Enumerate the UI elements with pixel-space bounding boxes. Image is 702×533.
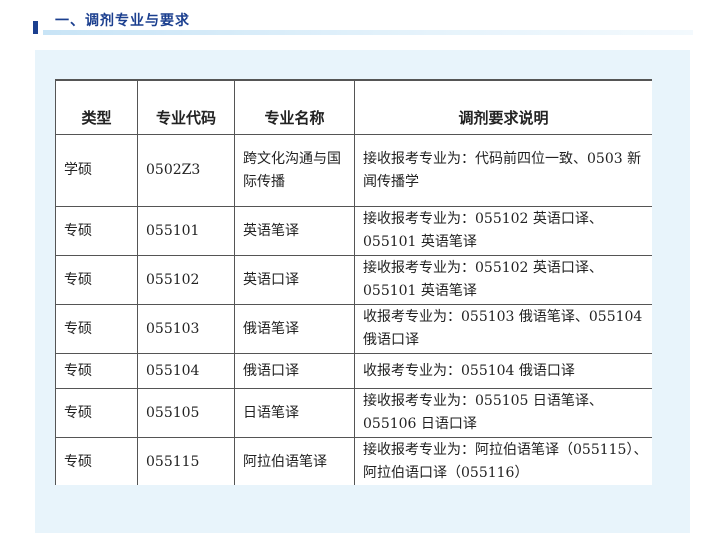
cell-type: 专硕 xyxy=(55,388,138,438)
cell-code: 055104 xyxy=(137,353,235,389)
section-title: 一、调剂专业与要求 xyxy=(55,13,190,29)
cell-note: 接收报考专业为：055102 英语口译、055101 英语笔译 xyxy=(354,206,652,256)
cell-note: 接收报考专业为：055105 日语笔译、055106 日语口译 xyxy=(354,388,652,438)
cell-code: 055103 xyxy=(137,304,235,354)
section-underline xyxy=(43,30,693,35)
cell-type: 学硕 xyxy=(55,134,138,207)
table-row: 专硕 055102 英语口译 接收报考专业为：055102 英语口译、05510… xyxy=(55,255,652,305)
cell-name: 俄语口译 xyxy=(234,353,355,389)
cell-name: 跨文化沟通与国际传播 xyxy=(234,134,355,207)
table-container: 类型 专业代码 专业名称 调剂要求说明 学硕 0502Z3 跨文化沟通与国际传播… xyxy=(55,79,652,485)
header-code: 专业代码 xyxy=(137,80,235,135)
cell-type: 专硕 xyxy=(55,353,138,389)
cell-type: 专硕 xyxy=(55,304,138,354)
cell-code: 055102 xyxy=(137,255,235,305)
cell-name: 英语口译 xyxy=(234,255,355,305)
cell-note: 接收报考专业为：代码前四位一致、0503 新闻传播学 xyxy=(354,134,652,207)
table-row: 学硕 0502Z3 跨文化沟通与国际传播 接收报考专业为：代码前四位一致、050… xyxy=(55,134,652,207)
cell-name: 阿拉伯语笔译 xyxy=(234,437,355,485)
cell-type: 专硕 xyxy=(55,206,138,256)
cell-code: 055101 xyxy=(137,206,235,256)
header-name: 专业名称 xyxy=(234,80,355,135)
cell-code: 055105 xyxy=(137,388,235,438)
header-note: 调剂要求说明 xyxy=(354,80,652,135)
cell-name: 俄语笔译 xyxy=(234,304,355,354)
table-header-row: 类型 专业代码 专业名称 调剂要求说明 xyxy=(55,80,652,135)
cell-name: 日语笔译 xyxy=(234,388,355,438)
table-row: 专硕 055105 日语笔译 接收报考专业为：055105 日语笔译、05510… xyxy=(55,388,652,438)
cell-name: 英语笔译 xyxy=(234,206,355,256)
cell-note: 收报考专业为：055104 俄语口译 xyxy=(354,353,652,389)
header-type: 类型 xyxy=(55,80,138,135)
table-row: 专硕 055104 俄语口译 收报考专业为：055104 俄语口译 xyxy=(55,353,652,389)
section-marker-bar xyxy=(33,21,38,34)
table-row: 专硕 055103 俄语笔译 收报考专业为：055103 俄语笔译、055104… xyxy=(55,304,652,354)
cell-code: 0502Z3 xyxy=(137,134,235,207)
cell-code: 055115 xyxy=(137,437,235,485)
cell-type: 专硕 xyxy=(55,255,138,305)
cell-type: 专硕 xyxy=(55,437,138,485)
transfer-requirements-table: 类型 专业代码 专业名称 调剂要求说明 学硕 0502Z3 跨文化沟通与国际传播… xyxy=(55,80,652,485)
table-row: 专硕 055115 阿拉伯语笔译 接收报考专业为：阿拉伯语笔译（055115）、… xyxy=(55,437,652,485)
table-row: 专硕 055101 英语笔译 接收报考专业为：055102 英语口译、05510… xyxy=(55,206,652,256)
cell-note: 收报考专业为：055103 俄语笔译、055104 俄语口译 xyxy=(354,304,652,354)
cell-note: 接收报考专业为：阿拉伯语笔译（055115）、阿拉伯语口译（055116） xyxy=(354,437,652,485)
cell-note: 接收报考专业为：055102 英语口译、055101 英语笔译 xyxy=(354,255,652,305)
section-header: 一、调剂专业与要求 xyxy=(33,8,693,36)
